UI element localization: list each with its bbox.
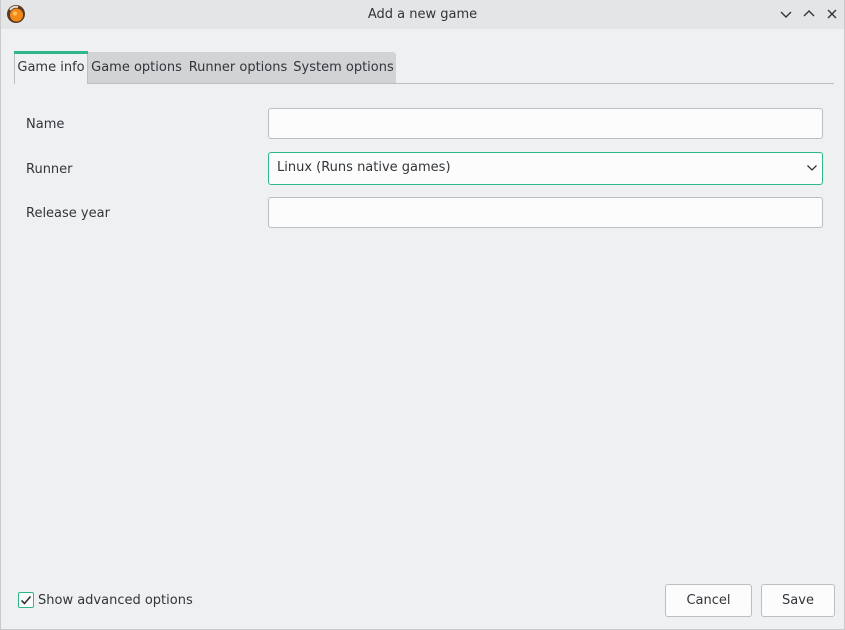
titlebar[interactable]: Add a new game: [1, 0, 844, 29]
cancel-button[interactable]: Cancel: [665, 584, 752, 617]
release-year-label: Release year: [26, 206, 110, 221]
save-button[interactable]: Save: [761, 584, 835, 617]
close-button[interactable]: [823, 5, 841, 23]
tab-runner-options[interactable]: Runner options: [185, 52, 291, 83]
minimize-button[interactable]: [777, 5, 795, 23]
add-game-dialog: Add a new game Game info Game options Ru…: [0, 0, 845, 630]
name-input[interactable]: [268, 108, 823, 139]
check-icon: [20, 595, 32, 605]
window-title: Add a new game: [367, 7, 478, 22]
release-year-input[interactable]: [268, 197, 823, 228]
tab-system-options[interactable]: System options: [291, 52, 396, 83]
tab-game-info[interactable]: Game info: [14, 51, 88, 84]
show-advanced-label: Show advanced options: [38, 593, 193, 608]
checkbox-box[interactable]: [18, 592, 34, 608]
chevron-down-icon: [780, 11, 792, 18]
tab-game-options[interactable]: Game options: [88, 52, 185, 83]
runner-label: Runner: [26, 162, 73, 177]
close-icon: [827, 9, 837, 19]
runner-selected-value: Linux (Runs native games): [277, 160, 451, 175]
runner-select[interactable]: Linux (Runs native games): [268, 152, 823, 185]
chevron-down-icon: [807, 165, 817, 171]
name-label: Name: [26, 117, 65, 132]
tab-divider: [14, 83, 834, 84]
chevron-up-icon: [803, 10, 815, 17]
tab-bar: Game info Game options Runner options Sy…: [14, 51, 834, 84]
maximize-button[interactable]: [800, 5, 818, 23]
